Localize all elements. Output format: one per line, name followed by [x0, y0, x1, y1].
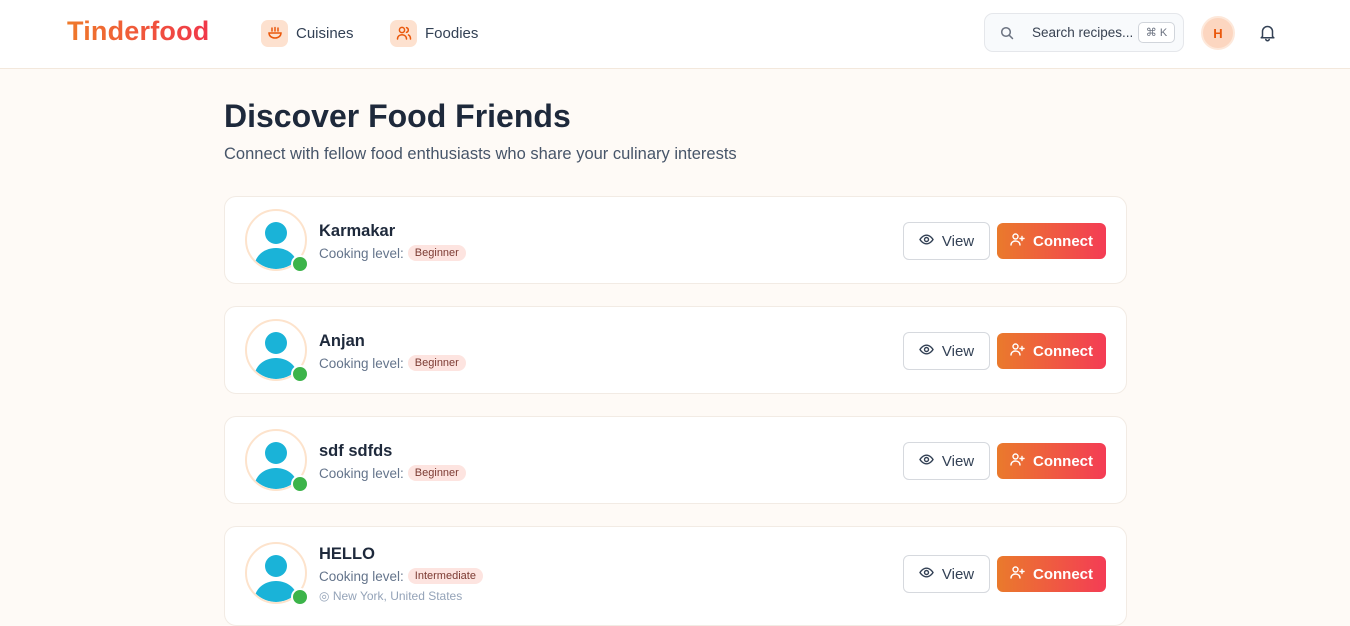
- nav-foodies-label: Foodies: [425, 24, 479, 42]
- user-card: Anjan Cooking level: Beginner View Conne…: [224, 306, 1127, 394]
- user-name: sdf sdfds: [319, 442, 393, 460]
- eye-icon: [919, 565, 934, 584]
- user-card: HELLO Cooking level: Intermediate ◎ New …: [224, 526, 1127, 626]
- cooking-level-label: Cooking level:: [319, 355, 404, 371]
- connect-button[interactable]: Connect: [997, 443, 1106, 479]
- online-status-dot: [291, 255, 309, 273]
- view-button[interactable]: View: [903, 442, 990, 480]
- bell-icon[interactable]: [1258, 23, 1277, 47]
- view-label: View: [941, 342, 975, 360]
- view-label: View: [941, 452, 975, 470]
- view-label: View: [941, 232, 975, 250]
- user-plus-icon: [1010, 232, 1025, 251]
- cooking-level: Cooking level: Intermediate: [319, 568, 483, 584]
- view-label: View: [941, 565, 975, 583]
- avatar: [245, 209, 309, 273]
- cooking-level-label: Cooking level:: [319, 568, 404, 584]
- connect-label: Connect: [1033, 452, 1093, 470]
- user-name: Anjan: [319, 332, 365, 350]
- connect-label: Connect: [1033, 565, 1093, 583]
- user-card: Karmakar Cooking level: Beginner View Co…: [224, 196, 1127, 284]
- cooking-level: Cooking level: Beginner: [319, 355, 466, 371]
- page-title: Discover Food Friends: [224, 98, 571, 134]
- view-button[interactable]: View: [903, 332, 990, 370]
- level-badge: Beginner: [407, 355, 466, 371]
- nav-cuisines-label: Cuisines: [296, 24, 354, 42]
- cooking-level-label: Cooking level:: [319, 245, 404, 261]
- cooking-level: Cooking level: Beginner: [319, 465, 466, 481]
- connect-label: Connect: [1033, 232, 1093, 250]
- eye-icon: [919, 452, 934, 471]
- search-placeholder: Search recipes...: [1032, 25, 1134, 40]
- level-badge: Beginner: [407, 245, 466, 261]
- users-icon: [390, 19, 417, 47]
- user-card: sdf sdfds Cooking level: Beginner View C…: [224, 416, 1127, 504]
- online-status-dot: [291, 588, 309, 606]
- top-navbar: Tinderfood Cuisines Foodies Search recip…: [0, 0, 1350, 69]
- online-status-dot: [291, 365, 309, 383]
- avatar: [245, 319, 309, 383]
- bowl-icon: [261, 19, 288, 47]
- location-text: New York, United States: [332, 589, 463, 603]
- level-badge: Beginner: [407, 465, 466, 481]
- avatar: [245, 429, 309, 493]
- search-shortcut: ⌘ K: [1138, 22, 1175, 43]
- eye-icon: [919, 342, 934, 361]
- cooking-level: Cooking level: Beginner: [319, 245, 466, 261]
- view-button[interactable]: View: [903, 222, 990, 260]
- user-plus-icon: [1010, 565, 1025, 584]
- nav-foodies[interactable]: Foodies: [390, 19, 478, 47]
- eye-icon: [919, 232, 934, 251]
- app-logo[interactable]: Tinderfood: [67, 16, 209, 47]
- user-name: HELLO: [319, 545, 375, 563]
- nav-cuisines[interactable]: Cuisines: [261, 19, 354, 47]
- user-location: ◎ New York, United States: [319, 589, 462, 603]
- search-icon: [1000, 26, 1014, 45]
- user-avatar[interactable]: H: [1201, 16, 1235, 50]
- cooking-level-label: Cooking level:: [319, 465, 404, 481]
- online-status-dot: [291, 475, 309, 493]
- connect-button[interactable]: Connect: [997, 223, 1106, 259]
- pin-icon: ◎: [319, 589, 330, 603]
- user-plus-icon: [1010, 452, 1025, 471]
- view-button[interactable]: View: [903, 555, 990, 593]
- level-badge: Intermediate: [407, 568, 483, 584]
- search-box[interactable]: Search recipes... ⌘ K: [984, 13, 1184, 52]
- page-subtitle: Connect with fellow food enthusiasts who…: [224, 145, 737, 163]
- connect-button[interactable]: Connect: [997, 333, 1106, 369]
- avatar: [245, 542, 309, 606]
- user-name: Karmakar: [319, 222, 396, 240]
- user-plus-icon: [1010, 342, 1025, 361]
- connect-label: Connect: [1033, 342, 1093, 360]
- connect-button[interactable]: Connect: [997, 556, 1106, 592]
